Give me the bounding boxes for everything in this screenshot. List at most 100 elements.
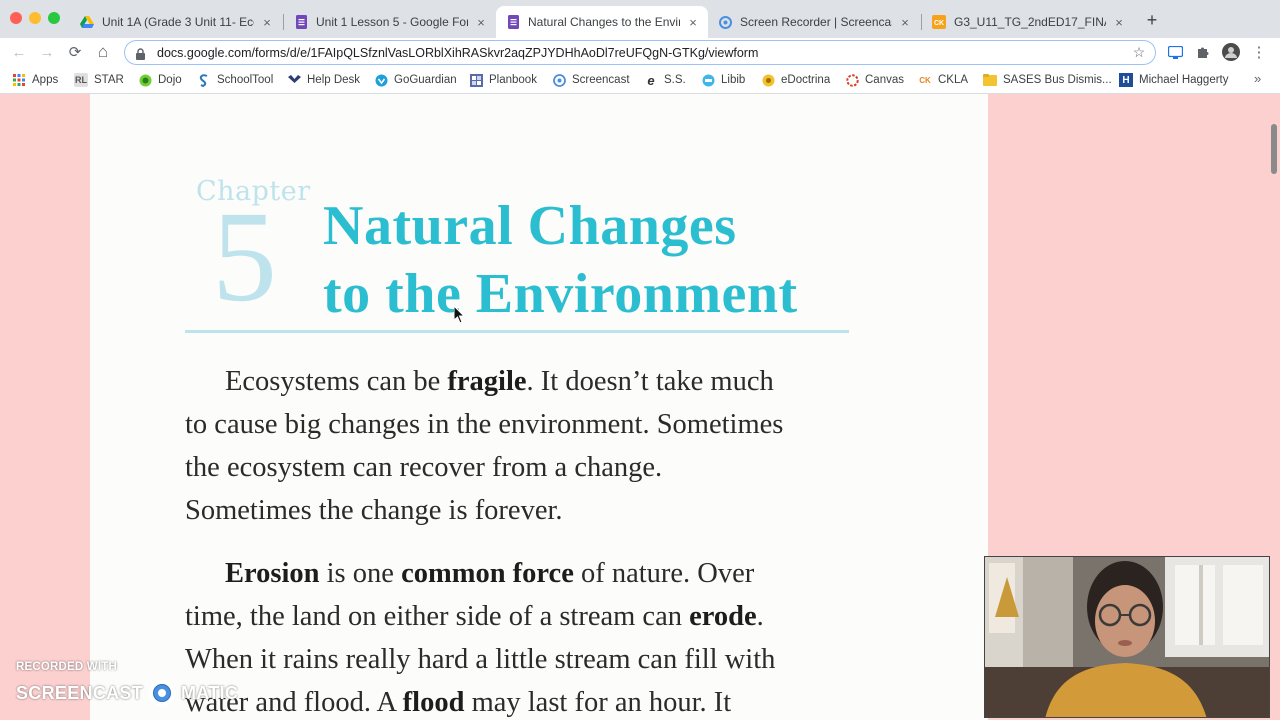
url-text: docs.google.com/forms/d/e/1FAIpQLSfznlVa… xyxy=(157,45,759,60)
window-maximize-button[interactable] xyxy=(48,12,60,24)
bookmark-label: Canvas xyxy=(865,74,904,86)
bookmark-ss[interactable]: e S.S. xyxy=(644,72,686,88)
text-run: . It doesn’t take much xyxy=(526,366,774,397)
bookmark-label: Help Desk xyxy=(307,74,361,86)
tab-label: Screen Recorder | Screencast xyxy=(740,15,892,29)
text-run: of nature. Over xyxy=(573,558,755,589)
home-button[interactable]: ⌂ xyxy=(92,41,114,63)
forward-button[interactable]: → xyxy=(36,41,58,63)
window-minimize-button[interactable] xyxy=(29,12,41,24)
chapter-number: 5 xyxy=(212,185,277,329)
ss-icon: e xyxy=(647,72,655,88)
address-bar[interactable]: docs.google.com/forms/d/e/1FAIpQLSfznlVa… xyxy=(124,40,1156,65)
watermark-text: SCREENCAST xyxy=(16,682,144,703)
tab-natural-changes[interactable]: Natural Changes to the Environ × xyxy=(496,6,708,38)
tab-screen-recorder[interactable]: Screen Recorder | Screencast × xyxy=(708,6,920,38)
planbook-icon xyxy=(469,73,483,87)
bookmark-label: GoGuardian xyxy=(394,74,457,86)
browser-tab-strip: Unit 1A (Grade 3 Unit 11- Ecolo × Unit 1… xyxy=(0,0,1280,38)
back-button[interactable]: ← xyxy=(8,41,30,63)
bookmark-schooltool[interactable]: SchoolTool xyxy=(197,72,273,88)
help-desk-icon xyxy=(287,73,301,87)
text-line: to cause big changes in the environment.… xyxy=(185,409,784,440)
vocab-word-erosion: Erosion xyxy=(225,558,320,589)
vocab-word-common-force: common force xyxy=(401,558,574,589)
browser-toolbar: ← → ⟳ ⌂ docs.google.com/forms/d/e/1FAIpQ… xyxy=(0,38,1280,67)
bookmark-apps[interactable]: Apps xyxy=(12,72,58,88)
cast-extension-icon[interactable] xyxy=(1166,43,1184,61)
h-icon: H xyxy=(1119,73,1133,87)
google-forms-icon xyxy=(506,15,520,29)
webcam-presenter-image xyxy=(985,557,1269,717)
bookmark-label: S.S. xyxy=(664,74,686,86)
profile-avatar[interactable] xyxy=(1222,43,1240,61)
tab-close-icon[interactable]: × xyxy=(686,15,700,30)
bookmark-sases-bus[interactable]: SASES Bus Dismis... xyxy=(983,72,1112,88)
screencast-icon xyxy=(552,73,566,87)
tab-close-icon[interactable]: × xyxy=(260,15,274,30)
tab-label: Unit 1 Lesson 5 - Google Form xyxy=(316,15,468,29)
bookmark-label: Michael Haggerty xyxy=(1139,74,1229,86)
bookmark-screencast[interactable]: Screencast xyxy=(552,72,630,88)
mouse-cursor-icon xyxy=(454,306,466,324)
screencast-o-matic-watermark: SCREENCAST MATIC xyxy=(16,679,238,707)
libib-icon xyxy=(701,73,715,87)
bookmark-canvas[interactable]: Canvas xyxy=(845,72,904,88)
browser-menu-button[interactable]: ⋮ xyxy=(1250,43,1268,61)
vocab-word-flood: flood xyxy=(402,687,465,718)
tab-g3-u11-tg[interactable]: CK G3_U11_TG_2ndED17_FINAL_2 × xyxy=(922,6,1134,38)
new-tab-button[interactable]: + xyxy=(1143,10,1161,30)
text-line: the ecosystem can recover from a change. xyxy=(185,452,663,483)
bookmark-star-icon[interactable]: ☆ xyxy=(1131,44,1147,61)
text-line: Ecosystems can be fragile. It doesn’t ta… xyxy=(185,360,865,403)
text-run: is one xyxy=(319,558,402,589)
tab-close-icon[interactable]: × xyxy=(1112,15,1126,30)
textbook-page: Chapter 5 Natural Changes to the Environ… xyxy=(90,94,988,720)
text-line: When it rains really hard a little strea… xyxy=(185,644,776,675)
chapter-title: Natural Changes to the Environment xyxy=(323,192,798,328)
dojo-icon xyxy=(138,73,152,87)
bookmark-ckla[interactable]: CK CKLA xyxy=(918,72,968,88)
bookmark-planbook[interactable]: Planbook xyxy=(469,72,537,88)
bookmark-edoctrina[interactable]: eDoctrina xyxy=(761,72,830,88)
folder-icon xyxy=(983,73,997,87)
page-scrollbar-thumb[interactable] xyxy=(1271,124,1277,174)
webcam-overlay xyxy=(984,556,1270,718)
bookmark-label: eDoctrina xyxy=(781,74,831,86)
canvas-icon xyxy=(845,73,859,87)
text-line: water and flood. A flood may last for an… xyxy=(185,681,865,720)
bookmark-help-desk[interactable]: Help Desk xyxy=(287,72,360,88)
tab-unit-1a[interactable]: Unit 1A (Grade 3 Unit 11- Ecolo × xyxy=(70,6,282,38)
vocab-word-erode: erode xyxy=(689,601,757,632)
title-divider xyxy=(185,330,849,333)
chapter-title-line: to the Environment xyxy=(323,263,798,325)
bookmark-libib[interactable]: Libib xyxy=(701,72,745,88)
rl-icon: RL xyxy=(74,73,88,87)
bookmark-dojo[interactable]: Dojo xyxy=(138,72,182,88)
text-run: time, the land on either side of a strea… xyxy=(185,601,690,632)
google-drive-icon xyxy=(80,15,94,29)
bookmark-michael-haggerty[interactable]: H Michael Haggerty xyxy=(1119,72,1228,88)
text-line: Erosion is one common force of nature. O… xyxy=(185,552,865,595)
bookmark-label: SASES Bus Dismis... xyxy=(1003,74,1112,86)
tab-close-icon[interactable]: × xyxy=(474,15,488,30)
tab-unit-1-lesson-5[interactable]: Unit 1 Lesson 5 - Google Form × xyxy=(284,6,496,38)
tab-label: Natural Changes to the Environ xyxy=(528,15,680,29)
paragraph-erosion: Erosion is one common force of nature. O… xyxy=(185,552,865,720)
bookmark-label: Apps xyxy=(32,74,59,86)
window-close-button[interactable] xyxy=(10,12,22,24)
reload-button[interactable]: ⟳ xyxy=(64,41,86,63)
ckla-icon: CK xyxy=(932,15,946,29)
tab-close-icon[interactable]: × xyxy=(898,15,912,30)
edoctrina-icon xyxy=(761,73,775,87)
lock-icon xyxy=(135,47,147,60)
bookmarks-overflow-button[interactable]: » xyxy=(1254,71,1261,86)
bookmark-label: Dojo xyxy=(158,74,182,86)
screencast-logo-icon xyxy=(148,679,176,707)
bookmark-star[interactable]: RL STAR xyxy=(74,72,124,88)
extensions-puzzle-icon[interactable] xyxy=(1194,43,1212,61)
screencast-icon xyxy=(718,15,732,29)
bookmark-label: Screencast xyxy=(572,74,630,86)
bookmarks-bar: Apps RL STAR Dojo SchoolTool Help Desk G… xyxy=(0,67,1280,94)
bookmark-goguardian[interactable]: GoGuardian xyxy=(374,72,457,88)
